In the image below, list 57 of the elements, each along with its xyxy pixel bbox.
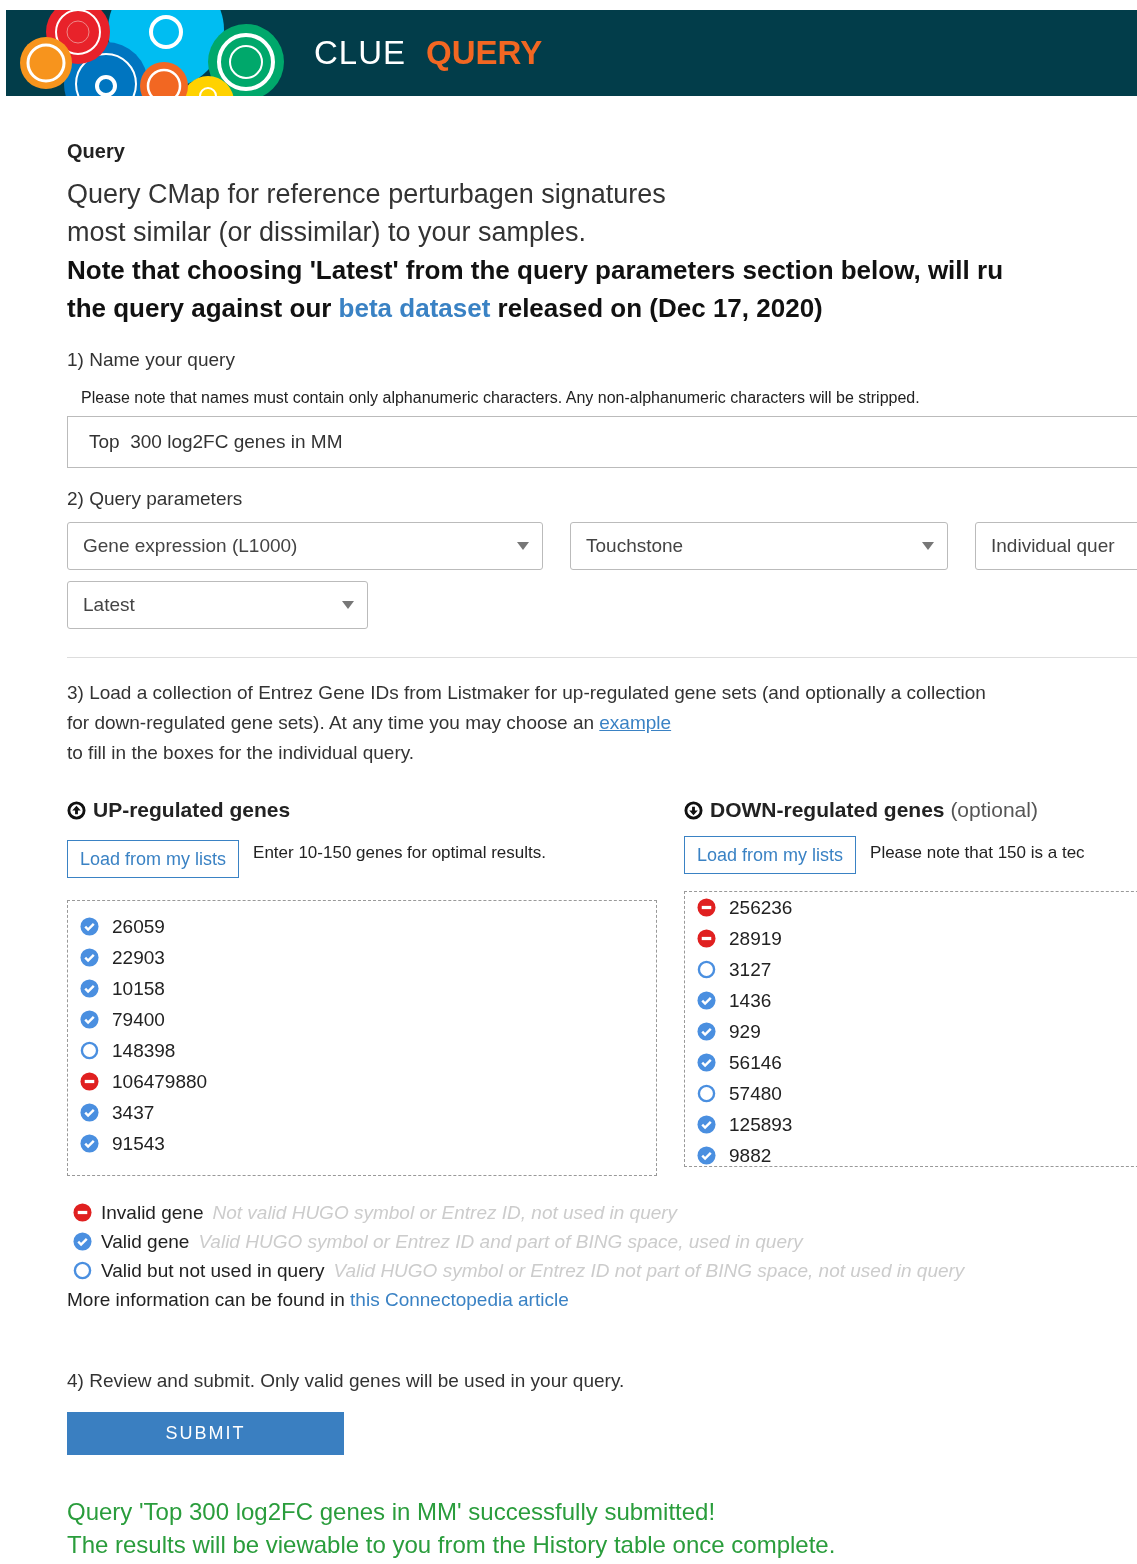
submit-button[interactable]: SUBMIT — [67, 1412, 344, 1455]
step-label: 2) Query parameters — [67, 488, 244, 510]
dropdown[interactable]: Touchstone — [570, 522, 948, 570]
note-text: the query against our beta dataset released on (Dec 17, 2020) — [67, 292, 824, 325]
gene-list-box[interactable]: 26059 22903 10158 79400 148398 106479880 3437 91543 — [67, 900, 657, 1176]
gene-id: 125893 — [729, 1113, 793, 1136]
gene-id: 91543 — [112, 1132, 165, 1155]
gene-id: 1436 — [729, 989, 772, 1012]
up-arrow-circle-icon — [67, 800, 86, 820]
legend-label: Valid gene — [101, 1230, 190, 1254]
gene-id: 148398 — [112, 1039, 176, 1062]
gene-id: 79400 — [112, 1008, 165, 1031]
page-heading: Query — [67, 140, 126, 163]
gene-id: 22903 — [112, 946, 165, 969]
intro-text: Query CMap for reference perturbagen signatures — [67, 178, 667, 211]
success-message: Query 'Top 300 log2FC genes in MM' successfully submitted! — [67, 1497, 717, 1527]
gene-id: 929 — [729, 1020, 761, 1043]
legend-label: Invalid gene — [101, 1201, 204, 1225]
load-lists-button[interactable]: Load from my lists — [684, 836, 857, 874]
hint-text: Please note that 150 is a tec — [870, 843, 1085, 863]
query-name-field[interactable]: Top 300 log2FC genes in MM — [67, 416, 1137, 468]
step-label: 4) Review and submit. Only valid genes will be used in your query. — [67, 1370, 626, 1392]
note-text: Note that choosing 'Latest' from the query parameters section below, will ru — [67, 254, 1004, 287]
dropdown[interactable]: Individual quer — [975, 522, 1137, 570]
article-link[interactable]: this Connectopedia article — [350, 1289, 569, 1310]
hint-text: Enter 10-150 genes for optimal results. — [253, 843, 546, 863]
gene-id: 3437 — [112, 1101, 155, 1124]
gene-id: 10158 — [112, 977, 165, 1000]
dataset-link[interactable]: beta dataset — [338, 293, 491, 323]
info-text: More information can be found in this Connectopedia article — [67, 1288, 570, 1312]
panel-title: DOWN-regulated genes (optional) — [710, 798, 1038, 822]
instruction-text: 3) Load a collection of Entrez Gene IDs from Listmaker for up-regulated gene sets (and optionally a collection for down-regulated gene sets). At any time you may choose an example to fill in the boxes for the individual query. — [67, 681, 987, 765]
gene-id: 26059 — [112, 915, 165, 938]
gene-id: 57480 — [729, 1082, 782, 1105]
dropdown[interactable]: Latest — [67, 581, 368, 629]
step-label: 1) Name your query — [67, 349, 236, 371]
brand-title: CLUE — [314, 34, 407, 72]
gene-id: 3127 — [729, 958, 772, 981]
hint-text: Please note that names must contain only alphanumeric characters. Any non-alphanumeric characters will be stripped. — [81, 389, 921, 407]
down-arrow-circle-icon — [684, 800, 703, 820]
intro-text: most similar (or dissimilar) to your samples. — [67, 216, 588, 249]
load-lists-button[interactable]: Load from my lists — [67, 840, 240, 878]
gene-id: 9882 — [729, 1144, 772, 1166]
gene-id: 56146 — [729, 1051, 782, 1074]
gene-id: 28919 — [729, 927, 782, 950]
example-link[interactable]: example — [599, 712, 672, 733]
caret-icon — [517, 542, 529, 550]
success-message: The results will be viewable to you from the History table once complete. — [67, 1530, 837, 1560]
gene-id: 256236 — [729, 896, 793, 919]
gene-list-box[interactable]: 256236 28919 3127 1436 929 56146 57480 125893 9882 — [684, 891, 1137, 1167]
section-title: QUERY — [426, 34, 543, 72]
legend-label: Valid but not used in query — [101, 1259, 325, 1283]
gene-id: 106479880 — [112, 1070, 208, 1093]
caret-icon — [922, 542, 934, 550]
caret-icon — [342, 601, 354, 609]
panel-title: UP-regulated genes — [93, 798, 291, 822]
dropdown[interactable]: Gene expression (L1000) — [67, 522, 543, 570]
